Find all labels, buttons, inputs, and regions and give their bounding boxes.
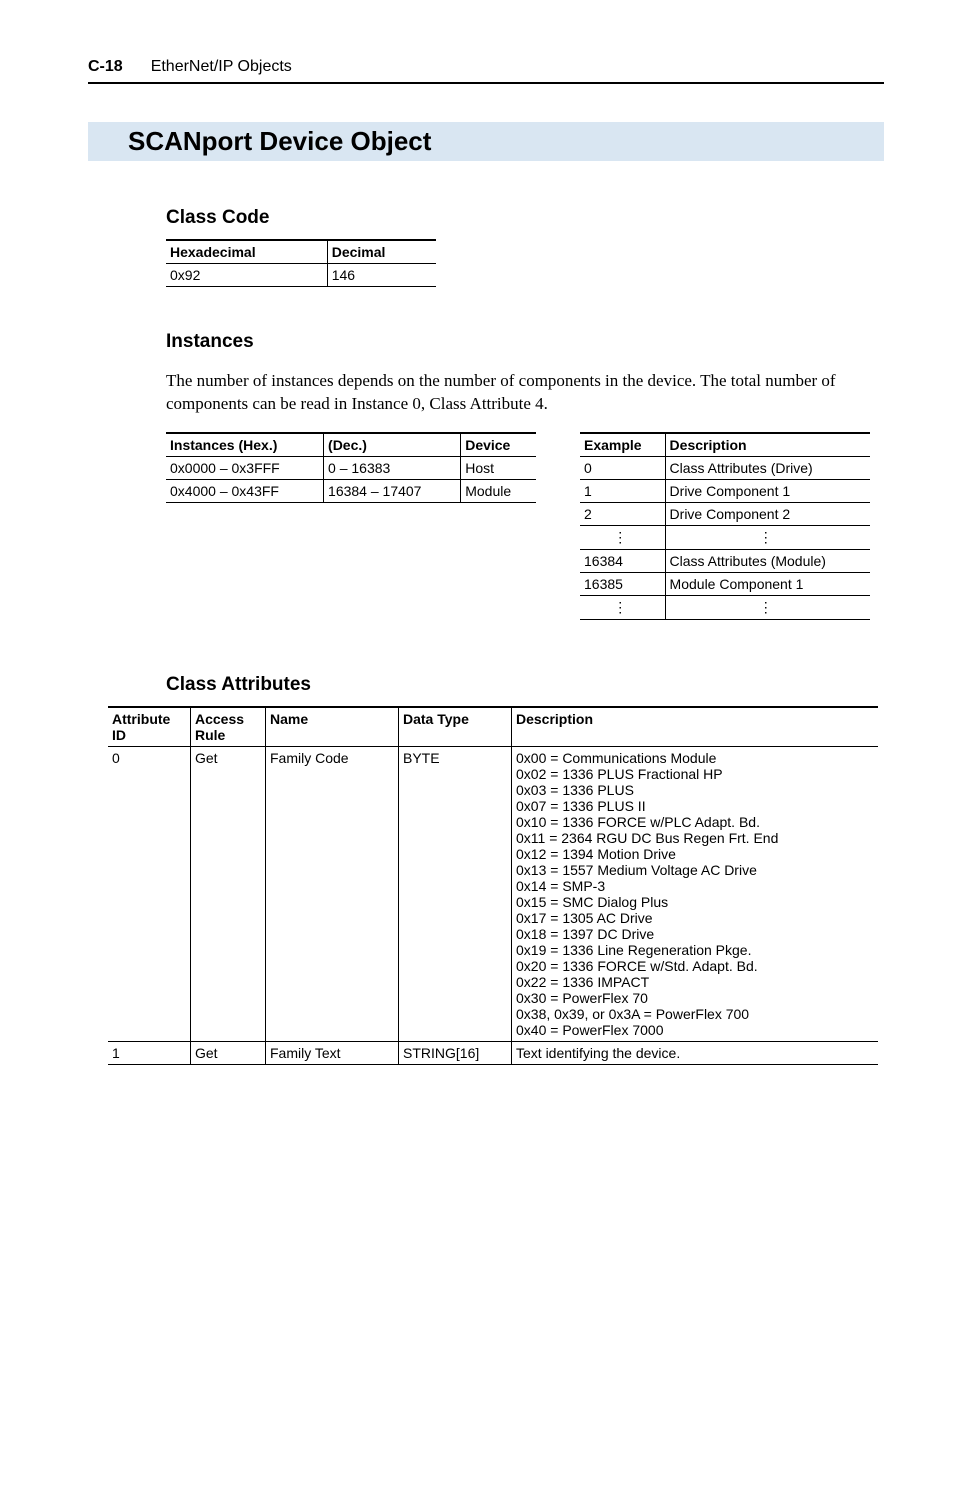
table-row: 0 Get Family Code BYTE 0x00 = Communicat… [108,746,878,1041]
header-rule [88,82,884,84]
class-code-table: Hexadecimal Decimal 0x92 146 [166,239,436,287]
table-row: 0x92 146 [166,264,436,287]
cc-th-hex: Hexadecimal [166,240,327,264]
table-row: 0x4000 – 0x43FF 16384 – 17407 Module [166,479,536,502]
instances-left-table: Instances (Hex.) (Dec.) Device 0x0000 – … [166,432,536,503]
class-attributes-heading: Class Attributes [166,674,884,696]
instances-right-table: Example Description 0Class Attributes (D… [580,432,870,620]
table-row: 1 Get Family Text STRING[16] Text identi… [108,1041,878,1064]
page-title: SCANport Device Object [128,126,844,157]
instances-body: The number of instances depends on the n… [166,370,884,416]
title-banner: SCANport Device Object [88,122,884,161]
class-attributes-table: Attribute ID Access Rule Name Data Type … [108,706,878,1065]
class-code-heading: Class Code [166,207,884,229]
instances-heading: Instances [166,331,884,353]
cc-th-dec: Decimal [327,240,436,264]
table-row: 0x0000 – 0x3FFF 0 – 16383 Host [166,456,536,479]
chapter-title: EtherNet/IP Objects [151,58,292,76]
page-number: C-18 [88,58,123,76]
